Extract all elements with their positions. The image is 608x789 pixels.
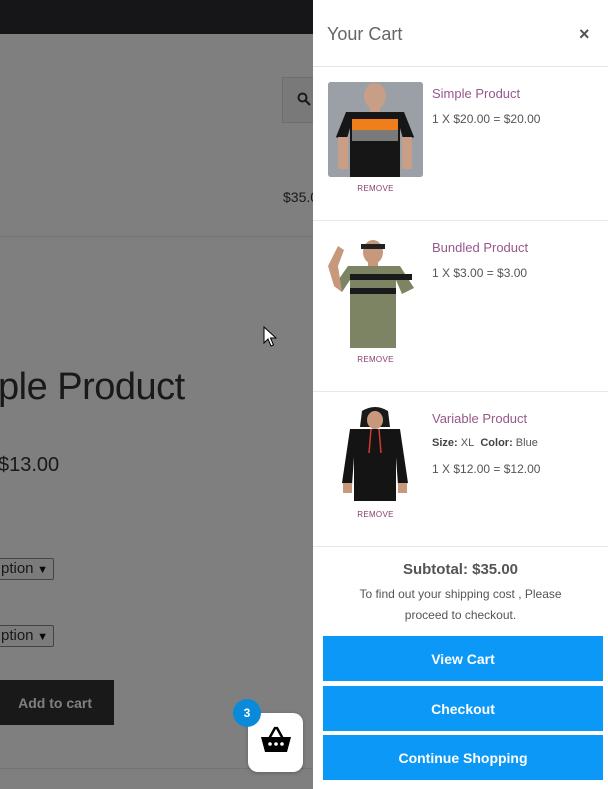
cart-item-qty-line: 1 X $12.00 = $12.00 bbox=[432, 462, 541, 476]
cart-item-qty-line: 1 X $20.00 = $20.00 bbox=[432, 112, 541, 126]
cart-count-badge: 3 bbox=[233, 699, 261, 727]
size-label: Size: bbox=[432, 437, 458, 449]
cart-item: REMOVE Simple Product 1 X $20.00 = $20.0… bbox=[313, 67, 608, 221]
basket-icon bbox=[260, 726, 292, 759]
product-thumbnail[interactable] bbox=[328, 82, 423, 177]
product-thumbnail[interactable] bbox=[328, 236, 423, 348]
cart-item-qty-line: 1 X $3.00 = $3.00 bbox=[432, 266, 528, 280]
cart-item-name[interactable]: Bundled Product bbox=[432, 240, 528, 255]
mouse-cursor-icon bbox=[263, 325, 278, 353]
color-label: Color: bbox=[480, 437, 513, 449]
cart-item: REMOVE Bundled Product 1 X $3.00 = $3.00 bbox=[313, 221, 608, 392]
cart-item-variation: Size: XL Color: Blue bbox=[432, 437, 538, 449]
cart-subtotal: Subtotal: $35.00 bbox=[402, 561, 519, 578]
color-value: Blue bbox=[515, 437, 538, 449]
view-cart-button[interactable]: View Cart bbox=[323, 636, 603, 681]
side-cart-panel: Your Cart × REMOVE Simple Product 1 X $2… bbox=[313, 0, 608, 789]
remove-item-button[interactable]: REMOVE bbox=[328, 510, 423, 519]
side-cart-header: Your Cart × bbox=[313, 0, 608, 67]
checkout-button[interactable]: Checkout bbox=[323, 686, 603, 731]
shipping-note: To find out your shipping cost , Please … bbox=[359, 587, 562, 622]
cart-item-name[interactable]: Variable Product bbox=[432, 411, 527, 426]
cart-item-name[interactable]: Simple Product bbox=[432, 86, 520, 101]
remove-item-button[interactable]: REMOVE bbox=[328, 184, 423, 193]
remove-item-button[interactable]: REMOVE bbox=[328, 355, 423, 364]
side-cart-title: Your Cart bbox=[327, 24, 403, 44]
close-icon[interactable]: × bbox=[579, 24, 590, 45]
continue-shopping-button[interactable]: Continue Shopping bbox=[323, 735, 603, 780]
cart-item: REMOVE Variable Product Size: XL Color: … bbox=[313, 392, 608, 547]
product-thumbnail[interactable] bbox=[328, 405, 423, 501]
size-value: XL bbox=[460, 437, 475, 449]
